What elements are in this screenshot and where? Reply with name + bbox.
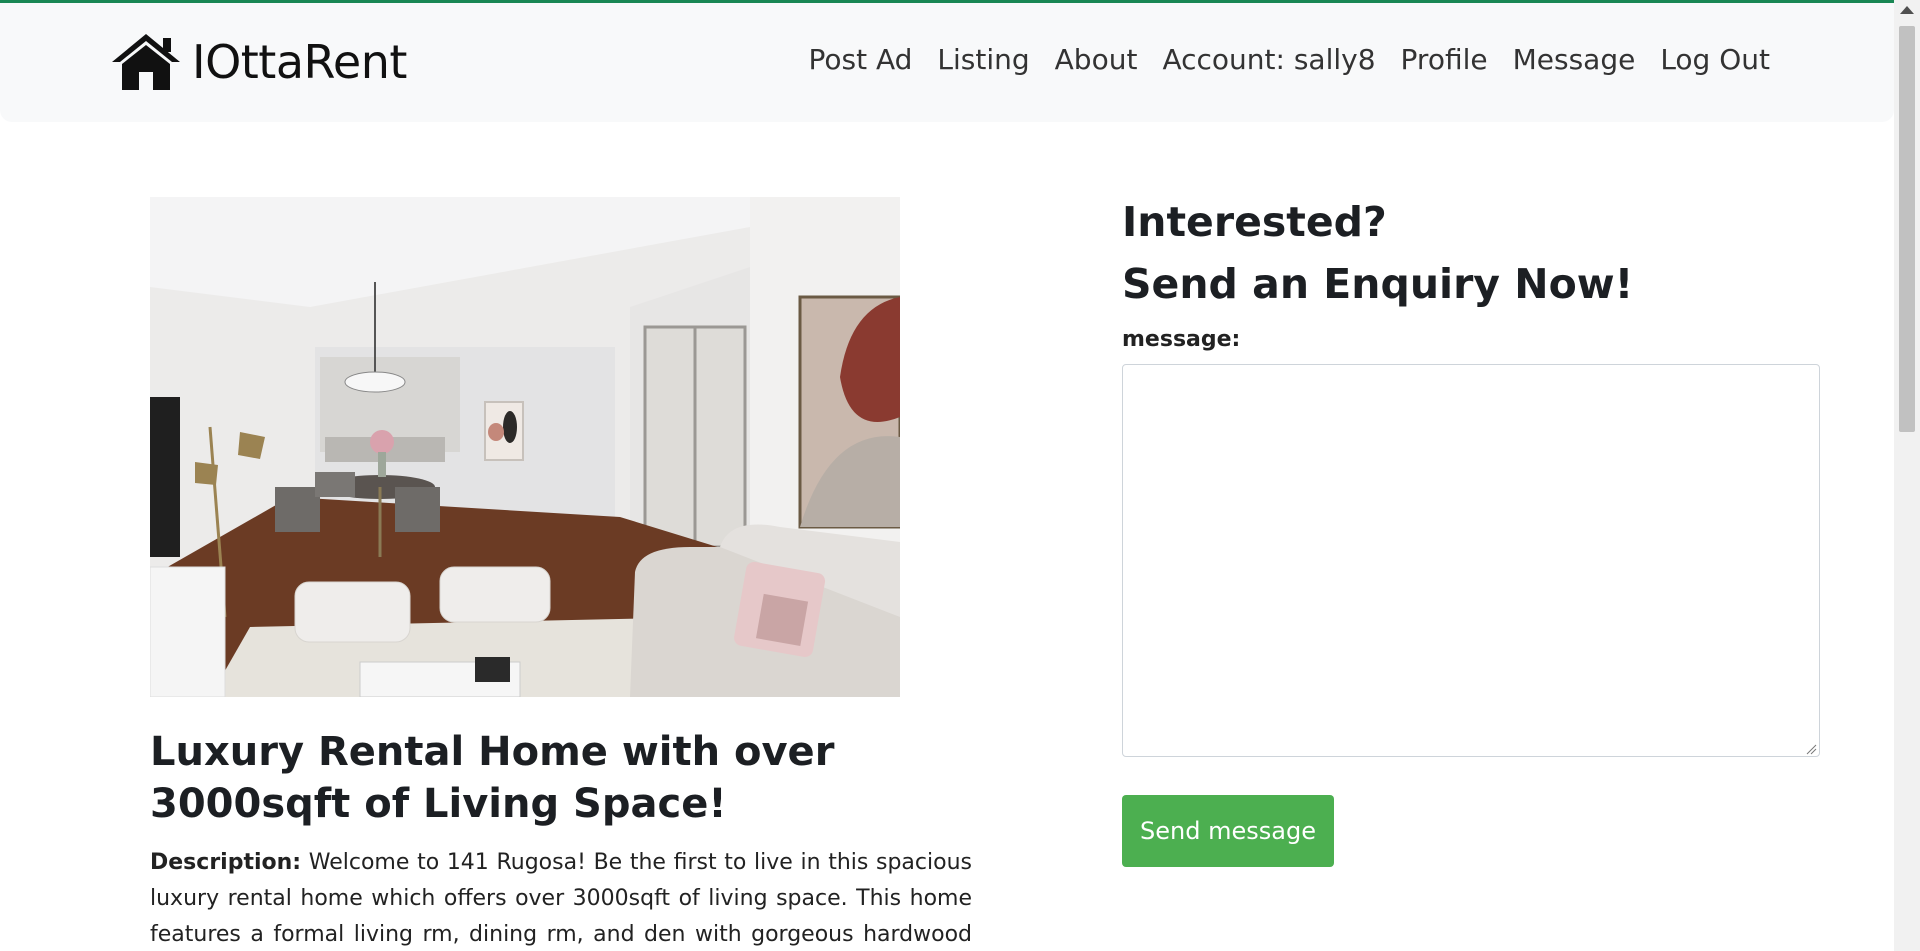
send-message-button[interactable]: Send message [1122,795,1334,867]
nav-listing[interactable]: Listing [937,43,1029,76]
brand-logo[interactable]: IOttaRent [110,30,407,94]
listing-photo [150,197,900,697]
vertical-scrollbar[interactable] [1894,0,1920,951]
nav-about[interactable]: About [1055,43,1138,76]
listing-description: Description: Welcome to 141 Rugosa! Be t… [150,845,972,951]
nav-log-out[interactable]: Log Out [1660,43,1770,76]
enquiry-heading-send: Send an Enquiry Now! [1122,260,1634,308]
nav-account[interactable]: Account: sally8 [1162,43,1375,76]
scrollbar-thumb[interactable] [1899,26,1915,432]
main-nav: Post Ad Listing About Account: sally8 Pr… [808,43,1770,76]
resize-grip-icon[interactable] [1806,744,1817,755]
message-textarea[interactable] [1122,364,1820,757]
nav-profile[interactable]: Profile [1401,43,1488,76]
nav-post-ad[interactable]: Post Ad [808,43,912,76]
living-room-illustration [150,197,900,697]
description-label: Description: [150,850,302,875]
house-icon [112,34,180,90]
enquiry-heading-interested: Interested? [1122,198,1387,246]
listing-title: Luxury Rental Home with over 3000sqft of… [150,729,835,827]
scroll-up-arrow-icon[interactable] [1900,6,1914,14]
navbar: IOttaRent Post Ad Listing About Account:… [0,3,1894,122]
message-label: message: [1122,327,1241,352]
nav-message[interactable]: Message [1513,43,1636,76]
brand-name: IOttaRent [192,35,407,89]
